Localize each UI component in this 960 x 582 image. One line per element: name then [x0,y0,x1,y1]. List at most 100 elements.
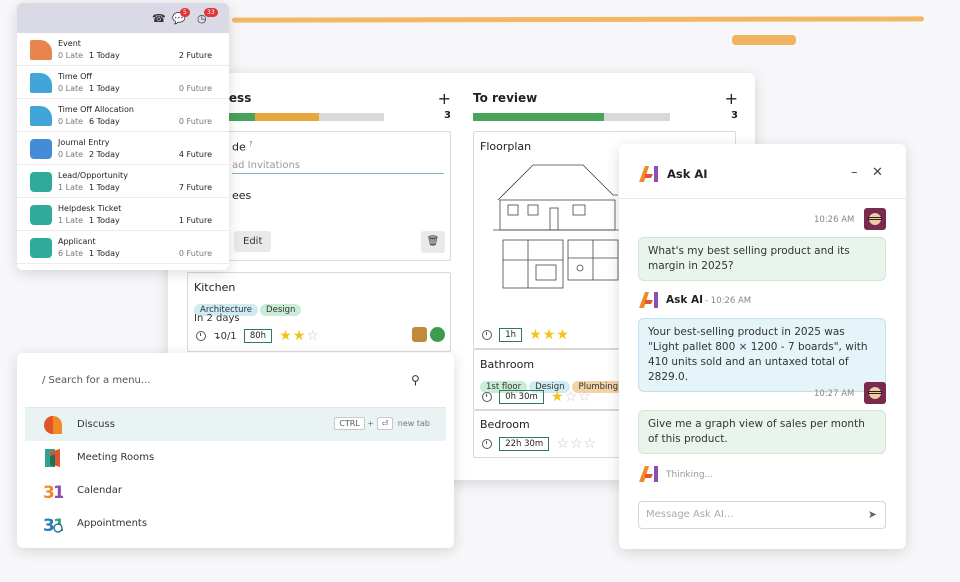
activity-type: Lead/Opportunity [58,171,128,180]
menu-item-label: Appointments [77,518,148,529]
activity-row[interactable]: Event 0 Late 1 Today 2 Future [17,33,229,66]
today-count[interactable]: 2 Today [89,150,120,159]
future-count[interactable]: 0 Future [179,117,212,126]
today-count[interactable]: 6 Today [89,117,120,126]
activity-row[interactable]: Journal Entry 0 Late 2 Today 4 Future [17,132,229,165]
card-title: Bathroom [480,358,535,371]
time-estimate: 1h [499,328,522,342]
search-input[interactable]: / Search for a menu... [42,375,150,386]
clock-icon[interactable]: ◷ 33 [197,8,218,25]
activity-row[interactable]: Helpdesk Ticket 1 Late 1 Today 1 Future [17,198,229,231]
activity-count-badge: 33 [204,8,218,17]
edit-button[interactable]: Edit [234,231,272,252]
activity-type: Time Off Allocation [58,105,134,114]
future-count[interactable]: 4 Future [179,150,212,159]
send-icon[interactable]: ➤ [868,508,877,521]
future-count[interactable]: 0 Future [179,249,212,258]
today-count[interactable]: 1 Today [89,216,120,225]
activity-row[interactable]: Lead/Opportunity 1 Late 1 Today 7 Future [17,165,229,198]
priority-stars[interactable]: ★☆☆ [551,389,592,405]
column-header: To review + 3 [473,89,738,121]
chat-title: Ask AI [667,167,708,181]
status-dot[interactable] [430,327,445,342]
future-count[interactable]: 7 Future [179,183,212,192]
priority-stars[interactable]: ☆☆☆ [556,436,597,452]
activity-type: Time Off [58,72,92,81]
future-count[interactable]: 1 Future [179,216,212,225]
late-count[interactable]: 0 Late [58,84,83,93]
ask-ai-chat-window: Ask AI – ✕ 10:26 AM What's my best selli… [619,144,906,549]
meeting-rooms-icon [45,449,60,467]
clock-icon[interactable] [482,392,492,402]
help-icon[interactable]: ? [249,140,253,148]
chat-icon[interactable]: 💬 5 [172,8,190,25]
user-avatar [864,208,886,230]
appointments-icon: 31 [43,516,63,534]
message-time: 10:26 AM [710,296,752,306]
crm-icon [30,172,52,192]
column-header: ress + 3 [223,89,451,121]
menu-item-discuss[interactable]: Discuss CTRL + ⏎ new tab [25,408,446,441]
progress-green [473,113,604,121]
clock-icon[interactable] [196,331,206,341]
plus-sign: + [367,419,374,428]
late-count[interactable]: 0 Late [58,51,83,60]
message-input[interactable]: Message Ask AI... ➤ [638,501,886,529]
ai-logo-icon [639,466,658,482]
column-progress-bar[interactable] [222,113,384,121]
message-count-badge: 5 [180,8,190,17]
minimize-icon[interactable]: – [851,165,858,180]
activity-row[interactable]: Time Off 0 Late 1 Today 0 Future [17,66,229,99]
thinking-indicator: Thinking... [666,470,714,480]
late-count[interactable]: 1 Late [58,216,83,225]
calendar-icon: 31 [43,483,63,501]
time-estimate: 80h [243,329,273,343]
today-count[interactable]: 1 Today [89,183,120,192]
menu-item-label: Meeting Rooms [77,452,155,463]
add-card-icon[interactable]: + [438,89,451,108]
discuss-icon [44,416,62,434]
priority-stars[interactable]: ★★☆ [279,328,320,344]
avatar [412,327,427,342]
search-icon[interactable]: ⚲ [411,373,420,387]
add-card-icon[interactable]: + [725,89,738,108]
menu-item-calendar[interactable]: 31 Calendar [25,474,446,507]
clock-icon[interactable] [482,330,492,340]
ai-logo-icon [639,166,658,182]
trash-icon[interactable]: 🗑 [421,231,445,253]
future-count[interactable]: 2 Future [179,51,212,60]
clock-icon[interactable] [482,439,492,449]
priority-stars[interactable]: ★★★ [529,327,570,343]
svg-text:1: 1 [53,483,63,501]
menu-item-label: Calendar [77,485,122,496]
activity-row[interactable]: Time Off Allocation 0 Late 6 Today 0 Future [17,99,229,132]
future-count[interactable]: 0 Future [179,84,212,93]
menu-item-appointments[interactable]: 31 Appointments [25,507,446,540]
today-count[interactable]: 1 Today [89,84,120,93]
subtask-count: 0/1 [220,331,237,342]
decorative-stroke [732,35,796,45]
late-count[interactable]: 1 Late [58,183,83,192]
ai-message: Your best-selling product in 2025 was "L… [638,318,886,392]
menu-search-dialog: / Search for a menu... ⚲ Discuss CTRL + … [17,353,454,548]
umbrella-icon [30,106,52,126]
card-field-input[interactable]: ad Invitations [232,160,444,174]
late-count[interactable]: 0 Late [58,117,83,126]
column-progress-bar[interactable] [473,113,670,121]
column-count: 3 [444,110,451,121]
subtask-icon: ↴ [212,331,221,342]
author-separator: - [705,296,709,306]
today-count[interactable]: 1 Today [89,249,120,258]
late-count[interactable]: 0 Late [58,150,83,159]
card-title: Bedroom [480,418,530,431]
menu-item-meeting-rooms[interactable]: Meeting Rooms [25,441,446,474]
close-icon[interactable]: ✕ [872,165,883,180]
message-time: 10:27 AM [814,389,855,399]
time-estimate: 22h 30m [499,437,550,451]
kanban-card[interactable]: Kitchen Architecture Design In 2 days ↴0/… [187,272,451,352]
recruitment-icon [30,238,52,258]
late-count[interactable]: 6 Late [58,249,83,258]
phone-icon[interactable]: ☎ [152,12,166,25]
today-count[interactable]: 1 Today [89,51,120,60]
activity-row[interactable]: Applicant 6 Late 1 Today 0 Future [17,231,229,264]
